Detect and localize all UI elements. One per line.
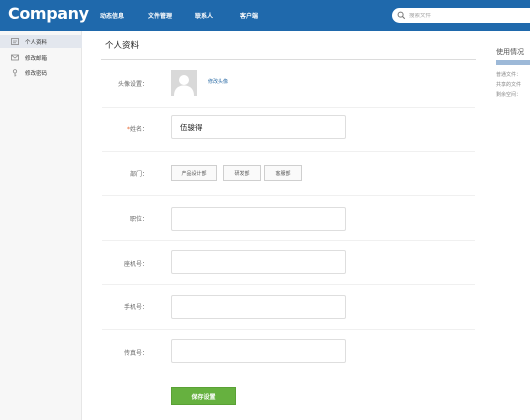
- landline-field[interactable]: [171, 250, 346, 274]
- sidebar-item-label: 修改邮箱: [25, 55, 48, 62]
- department-option-customer-service[interactable]: 客服部: [264, 165, 302, 181]
- name-label: *姓名：: [88, 124, 148, 133]
- position-field[interactable]: [171, 207, 346, 231]
- title-divider: [101, 59, 476, 60]
- row-divider: [102, 107, 475, 108]
- row-divider: [102, 284, 475, 285]
- usage-bar: [496, 60, 530, 65]
- department-option-product-design[interactable]: 产品设计部: [171, 165, 217, 181]
- search-box: [392, 8, 530, 23]
- usage-line-shared: 共享的文件: [496, 82, 522, 88]
- name-value: 伍骏得: [180, 122, 203, 132]
- sidebar-item-profile[interactable]: 个人资料: [0, 35, 82, 48]
- nav-item-files[interactable]: 文件管理: [148, 0, 172, 31]
- top-bar: Company 动态信息 文件管理 联系人 客户端: [0, 0, 530, 31]
- key-icon: [11, 68, 19, 76]
- user-silhouette-icon: [171, 70, 197, 96]
- mobile-label: 手机号：: [123, 304, 148, 311]
- row-divider: [102, 329, 475, 330]
- landline-label: 座机号：: [123, 261, 148, 268]
- save-button[interactable]: 保存设置: [171, 387, 236, 405]
- change-avatar-link[interactable]: 修改头像: [208, 78, 228, 85]
- mobile-field[interactable]: [171, 295, 346, 319]
- sidebar-item-label: 个人资料: [25, 39, 48, 46]
- usage-line-remaining: 剩余空间：: [496, 92, 522, 98]
- envelope-icon: [11, 54, 19, 61]
- nav-item-contacts[interactable]: 联系人: [195, 0, 213, 31]
- nav-item-client[interactable]: 客户端: [240, 0, 258, 31]
- nav-item-news[interactable]: 动态信息: [100, 0, 124, 31]
- fax-label: 传真号：: [123, 350, 148, 357]
- sidebar-item-change-email[interactable]: 修改邮箱: [0, 51, 82, 64]
- sidebar: 个人资料 修改邮箱 修改密码: [0, 31, 82, 420]
- sidebar-item-label: 修改密码: [25, 70, 48, 77]
- department-label: 部门：: [129, 171, 148, 178]
- avatar-label: 头像设置：: [117, 81, 148, 88]
- fax-field[interactable]: [171, 339, 346, 363]
- row-divider: [102, 195, 475, 196]
- avatar[interactable]: [171, 70, 197, 96]
- sidebar-item-change-password[interactable]: 修改密码: [0, 66, 82, 79]
- department-option-rd[interactable]: 研发部: [223, 165, 261, 181]
- usage-line-files: 普通文件：: [496, 72, 522, 78]
- usage-title: 使用情况: [496, 48, 524, 56]
- search-input[interactable]: [409, 12, 519, 19]
- company-logo[interactable]: Company: [8, 4, 89, 23]
- name-label-text: 姓名：: [129, 126, 148, 133]
- page-title: 个人资料: [105, 41, 140, 51]
- row-divider: [102, 151, 475, 152]
- name-field[interactable]: 伍骏得: [171, 115, 346, 139]
- id-card-icon: [11, 38, 19, 45]
- row-divider: [102, 240, 475, 241]
- search-icon[interactable]: [397, 11, 406, 20]
- position-label: 职位：: [129, 216, 148, 223]
